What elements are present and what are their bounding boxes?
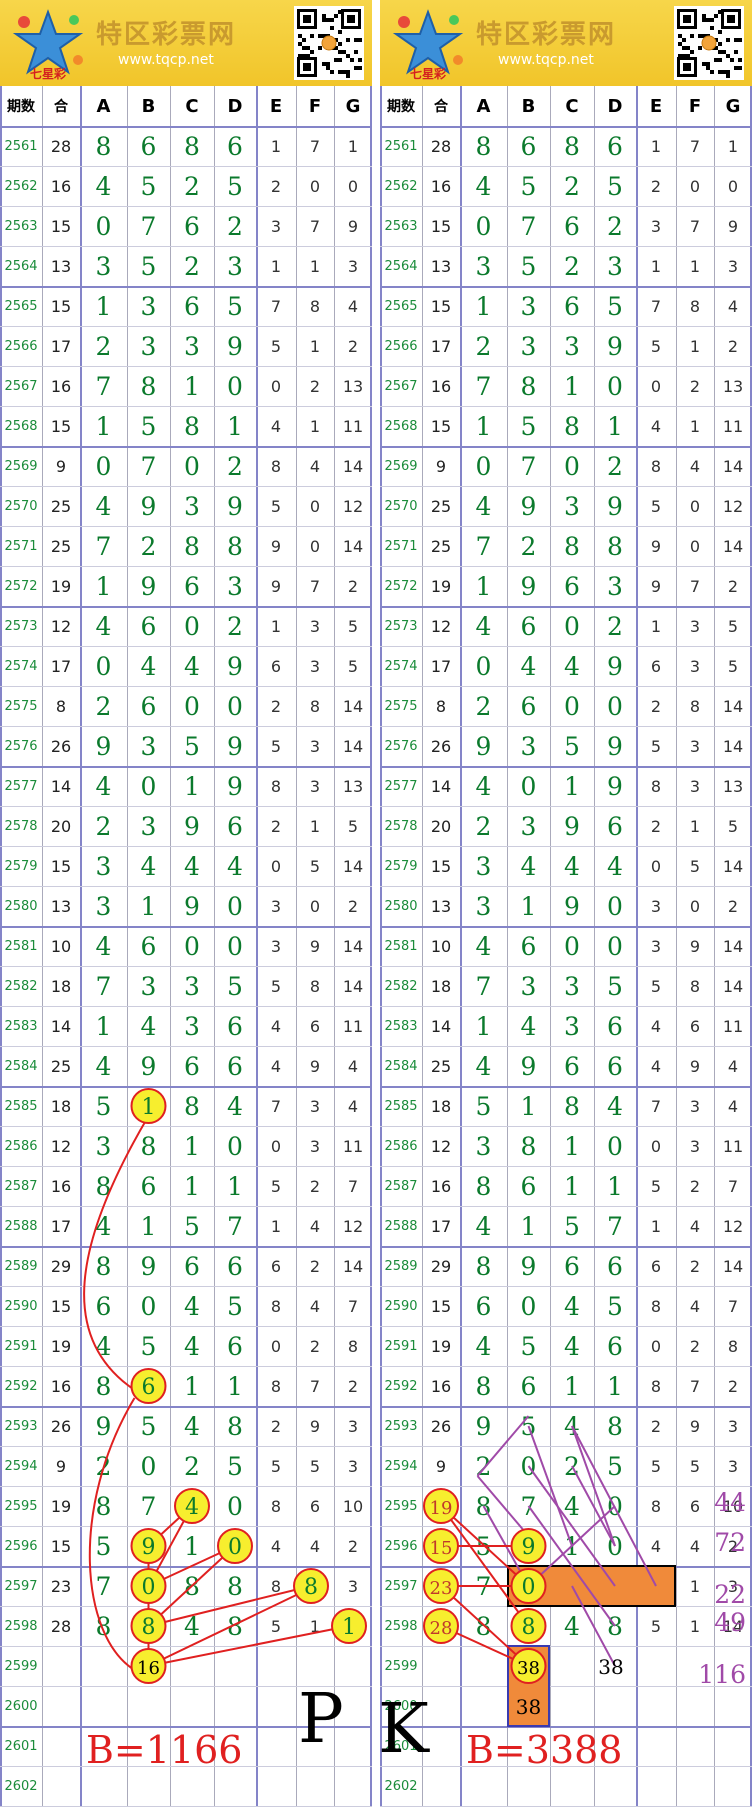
highlight-circle: 1 xyxy=(331,1608,367,1644)
highlight-circle: 6 xyxy=(130,1368,167,1404)
svg-text:9: 9 xyxy=(142,1535,156,1560)
sum-circle: 23 xyxy=(423,1568,459,1604)
side-note: 22 xyxy=(714,1580,746,1609)
svg-text:0: 0 xyxy=(228,1535,242,1560)
side-note: 44 xyxy=(714,1488,746,1517)
highlight-circle: 8 xyxy=(293,1568,329,1604)
connector-line xyxy=(148,1625,350,1667)
annotation-overlay: 19 15 23 28 9 0 8 38 38 38 xyxy=(423,1415,676,1727)
prediction-label: 38 xyxy=(598,1655,623,1679)
highlight-circle: 9 xyxy=(510,1528,547,1564)
connector-line xyxy=(148,1585,316,1667)
highlight-circle: 9 xyxy=(130,1528,167,1564)
right-chart-panel: 七星彩 特区彩票网 www.tqcp.net 期数合 A B C D E F G 2561 28 8 6 8 6… xyxy=(380,0,752,1807)
highlight-circle: 0 xyxy=(510,1568,547,1604)
b-value-right: B=3388 xyxy=(466,1728,623,1772)
highlight-circle: 0 xyxy=(217,1528,253,1564)
highlight-circle: 1 xyxy=(130,1088,167,1124)
svg-text:19: 19 xyxy=(430,1498,453,1519)
svg-text:16: 16 xyxy=(137,1658,160,1679)
purple-connector xyxy=(571,1425,616,1547)
svg-text:9: 9 xyxy=(522,1535,536,1560)
purple-connector xyxy=(527,1425,573,1547)
highlight-circle: 8 xyxy=(130,1608,167,1644)
sum-circle: 28 xyxy=(423,1608,459,1644)
svg-text:8: 8 xyxy=(304,1575,318,1600)
sum-circle: 15 xyxy=(423,1528,459,1564)
purple-connector xyxy=(476,1415,530,1477)
prediction-label: 38 xyxy=(516,1695,541,1719)
svg-text:28: 28 xyxy=(430,1618,453,1639)
svg-text:38: 38 xyxy=(517,1658,540,1679)
side-note: 72 xyxy=(714,1528,746,1557)
prediction-circle: 38 xyxy=(510,1648,547,1684)
side-note: 49 xyxy=(714,1608,746,1637)
left-chart-panel: 七星彩 特区彩票网 www.tqcp.net 期数合 A B C D E F G 2561 28 8 6 8 6… xyxy=(0,0,372,1807)
svg-text:6: 6 xyxy=(142,1375,156,1400)
highlight-circle: 8 xyxy=(510,1608,547,1644)
svg-text:23: 23 xyxy=(430,1578,453,1599)
side-note: 116 xyxy=(698,1660,746,1689)
highlight-circle: 4 xyxy=(174,1488,210,1524)
sum-circle: 19 xyxy=(423,1488,459,1524)
b-value-left: B=1166 xyxy=(86,1728,243,1772)
svg-text:8: 8 xyxy=(142,1615,156,1640)
svg-text:8: 8 xyxy=(522,1615,536,1640)
svg-text:1: 1 xyxy=(342,1615,356,1640)
svg-text:4: 4 xyxy=(185,1495,199,1520)
svg-text:1: 1 xyxy=(142,1095,156,1120)
annotation-overlay: 1649 00 88 116 xyxy=(83,1088,367,1684)
pk-letter-p: P xyxy=(298,1680,344,1759)
svg-text:0: 0 xyxy=(522,1575,536,1600)
connector-line xyxy=(148,1585,312,1627)
pk-letter-k: K xyxy=(378,1690,429,1769)
svg-text:15: 15 xyxy=(430,1538,453,1559)
highlight-circle: 0 xyxy=(130,1568,167,1604)
purple-connector xyxy=(476,1475,530,1537)
panel-divider xyxy=(372,0,380,1805)
svg-text:0: 0 xyxy=(142,1575,156,1600)
prediction-circle: 16 xyxy=(130,1648,167,1684)
